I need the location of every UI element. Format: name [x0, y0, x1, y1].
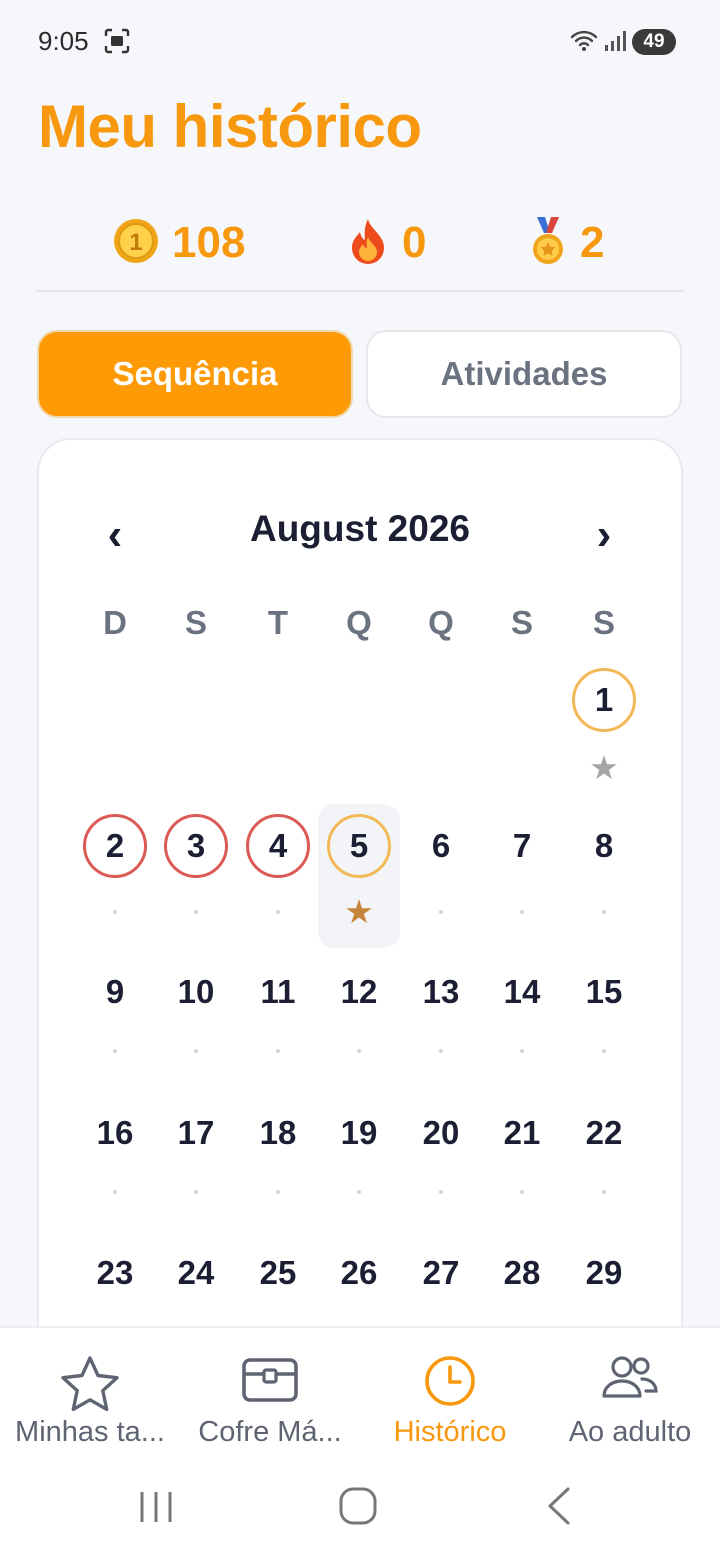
calendar-day-11[interactable]: 11 [246, 960, 310, 1024]
day-indicator-dot [520, 1190, 524, 1194]
day-star-icon: ★ [589, 749, 619, 786]
calendar-day-27[interactable]: 27 [409, 1241, 473, 1305]
day-indicator-dot [276, 1190, 280, 1194]
status-time: 9:05 [38, 26, 89, 56]
battery-indicator: 49 [632, 29, 676, 55]
status-bar: 9:05 49 [0, 0, 720, 84]
nav-item-vault[interactable]: Cofre Má... [180, 1328, 360, 1468]
calendar-day-7[interactable]: 7 [490, 814, 554, 878]
medals-value: 2 [580, 218, 605, 267]
calendar-day-2[interactable]: 2 [83, 814, 147, 878]
calendar-day-5[interactable]: 5 [327, 814, 391, 878]
calendar-day-21[interactable]: 21 [490, 1101, 554, 1165]
day-indicator-dot [194, 1049, 198, 1053]
clock-icon [423, 1354, 477, 1413]
coins-stat: 1 108 [112, 210, 245, 276]
day-indicator-dot [439, 1049, 443, 1053]
day-indicator-dot [520, 1049, 524, 1053]
day-indicator-dot [602, 910, 606, 914]
medals-stat: 2 [528, 210, 604, 276]
weekday-label: S [184, 604, 207, 641]
system-nav-bar [0, 1470, 720, 1560]
users-icon [600, 1354, 660, 1405]
back-icon[interactable] [544, 1486, 576, 1531]
weekday-label: S [510, 604, 533, 641]
calendar-day-23[interactable]: 23 [83, 1241, 147, 1305]
nav-item-adult[interactable]: Ao adulto [540, 1328, 720, 1468]
calendar-day-9[interactable]: 9 [83, 960, 147, 1024]
screenshot-icon [104, 28, 130, 59]
day-star-icon: ★ [344, 893, 374, 930]
signal-icon [604, 30, 628, 57]
calendar-day-3[interactable]: 3 [164, 814, 228, 878]
calendar-day-16[interactable]: 16 [83, 1101, 147, 1165]
weekday-label: T [267, 604, 289, 641]
chest-icon [241, 1354, 299, 1409]
home-icon[interactable] [338, 1486, 378, 1531]
fire-icon [346, 217, 390, 270]
page-title: Meu histórico [38, 93, 422, 160]
day-indicator-dot [113, 1049, 117, 1053]
medal-icon [528, 215, 568, 272]
recents-icon[interactable] [138, 1490, 174, 1529]
streak-stat: 0 [346, 210, 426, 276]
tab-sequence[interactable]: Sequência [37, 330, 353, 418]
calendar-day-29[interactable]: 29 [572, 1241, 636, 1305]
nav-label: Cofre Má... [198, 1416, 342, 1448]
nav-label: Ao adulto [568, 1416, 692, 1448]
day-indicator-dot [194, 910, 198, 914]
coins-value: 108 [172, 218, 246, 267]
star-icon [58, 1354, 122, 1419]
calendar-day-24[interactable]: 24 [164, 1241, 228, 1305]
stats-row: 1 108 0 2 [0, 210, 720, 276]
nav-label: Minhas ta... [15, 1416, 165, 1448]
weekday-label: Q [346, 604, 372, 641]
calendar-day-4[interactable]: 4 [246, 814, 310, 878]
nav-label: Histórico [393, 1416, 507, 1448]
tab-activities[interactable]: Atividades [366, 330, 682, 418]
calendar-day-17[interactable]: 17 [164, 1101, 228, 1165]
prev-month-button[interactable]: ‹ [95, 510, 135, 560]
calendar-day-14[interactable]: 14 [490, 960, 554, 1024]
streak-value: 0 [402, 218, 427, 267]
day-indicator-dot [194, 1190, 198, 1194]
nav-item-my-tasks[interactable]: Minhas ta... [0, 1328, 180, 1468]
day-indicator-dot [357, 1049, 361, 1053]
calendar-day-6[interactable]: 6 [409, 814, 473, 878]
day-indicator-dot [602, 1049, 606, 1053]
calendar-day-22[interactable]: 22 [572, 1101, 636, 1165]
day-indicator-dot [439, 910, 443, 914]
calendar-day-12[interactable]: 12 [327, 960, 391, 1024]
day-indicator-dot [357, 1190, 361, 1194]
calendar-day-8[interactable]: 8 [572, 814, 636, 878]
next-month-button[interactable]: › [584, 510, 624, 560]
day-indicator-dot [276, 1049, 280, 1053]
calendar-day-15[interactable]: 15 [572, 960, 636, 1024]
day-indicator-dot [602, 1190, 606, 1194]
svg-text:1: 1 [129, 229, 142, 256]
day-indicator-dot [276, 910, 280, 914]
calendar-day-13[interactable]: 13 [409, 960, 473, 1024]
month-title: August 2026 [249, 508, 470, 549]
wifi-icon [570, 28, 598, 57]
calendar-day-20[interactable]: 20 [409, 1101, 473, 1165]
divider [36, 290, 684, 292]
coin-icon: 1 [112, 217, 160, 270]
day-indicator-dot [439, 1190, 443, 1194]
calendar-day-1[interactable]: 1 [572, 668, 636, 732]
calendar-day-26[interactable]: 26 [327, 1241, 391, 1305]
weekday-label: Q [428, 604, 454, 641]
weekday-label: D [103, 604, 127, 641]
calendar-day-28[interactable]: 28 [490, 1241, 554, 1305]
day-indicator-dot [113, 910, 117, 914]
calendar-day-19[interactable]: 19 [327, 1101, 391, 1165]
calendar-day-10[interactable]: 10 [164, 960, 228, 1024]
calendar-day-18[interactable]: 18 [246, 1101, 310, 1165]
nav-item-history[interactable]: Histórico [360, 1328, 540, 1468]
calendar-day-25[interactable]: 25 [246, 1241, 310, 1305]
weekday-label: S [592, 604, 615, 641]
day-indicator-dot [113, 1190, 117, 1194]
day-indicator-dot [520, 910, 524, 914]
